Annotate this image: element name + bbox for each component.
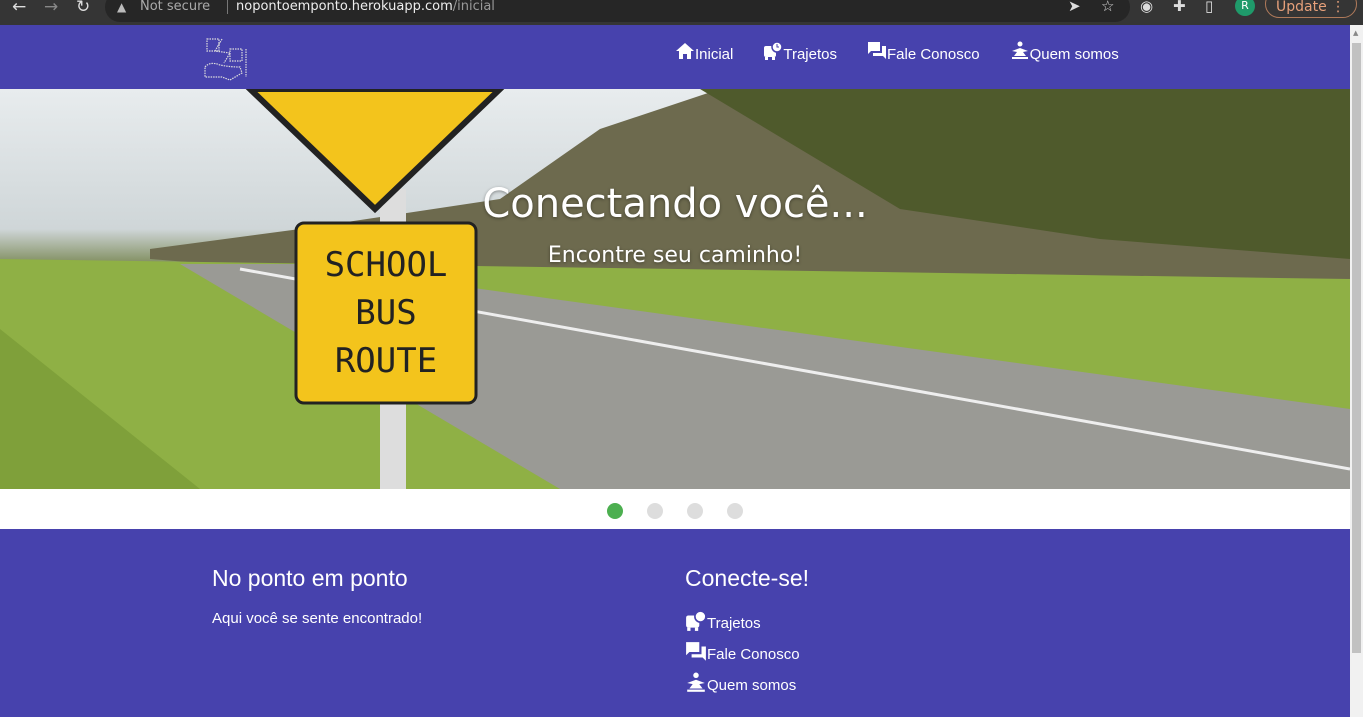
connect-section: Conecte-se! Trajetos Fale Conosco Quem s… [685, 565, 809, 703]
nav-label: Trajetos [783, 46, 837, 63]
footer-link-trajetos[interactable]: Trajetos [685, 610, 809, 632]
about-section: No ponto em ponto Aqui você se sente enc… [212, 565, 422, 627]
connect-title: Conecte-se! [685, 565, 810, 591]
nav-trajetos[interactable]: Trajetos [763, 41, 837, 63]
bus-clock-icon [686, 610, 707, 631]
carousel-dot-4[interactable] [727, 503, 743, 519]
puzzle-icon[interactable]: ✚ [1173, 0, 1186, 15]
star-icon[interactable]: ☆ [1101, 0, 1114, 15]
nav-inicial[interactable]: Inicial [675, 41, 733, 63]
carousel-dot-1[interactable] [607, 503, 623, 519]
person-icon [687, 672, 705, 692]
back-icon[interactable]: ← [12, 0, 26, 17]
nav-quem-somos[interactable]: Quem somos [1010, 41, 1119, 63]
navbar: Inicial Trajetos Fale Conosco Quem somos [0, 25, 1350, 89]
extension-icon[interactable]: ◉ [1140, 0, 1153, 15]
site-logo[interactable] [200, 37, 250, 82]
forward-icon[interactable]: → [44, 0, 58, 17]
update-label: Update [1276, 0, 1327, 15]
bus-clock-icon [764, 41, 784, 60]
footer-link-label: Fale Conosco [707, 646, 800, 663]
profile-avatar[interactable]: R [1235, 0, 1255, 16]
sidepanel-icon[interactable]: ▯ [1205, 0, 1213, 15]
carousel-dot-3[interactable] [687, 503, 703, 519]
scrollbar[interactable]: ▲ [1350, 25, 1363, 717]
url-host: nopontoemponto.herokuapp.com [236, 0, 453, 14]
carousel-indicators [0, 503, 1350, 519]
page: Inicial Trajetos Fale Conosco Quem somos… [0, 25, 1350, 717]
url-text: nopontoemponto.herokuapp.com/inicial [227, 0, 495, 14]
hero-image [0, 89, 1350, 489]
home-icon [676, 43, 694, 59]
nav-label: Fale Conosco [887, 46, 980, 63]
footer: No ponto em ponto Aqui você se sente enc… [0, 529, 1350, 717]
reload-icon[interactable]: ↻ [76, 0, 90, 17]
address-bar[interactable]: ▲ Not secure nopontoemponto.herokuapp.co… [105, 0, 1130, 22]
browser-toolbar: ← → ↻ ▲ Not secure nopontoemponto.heroku… [0, 0, 1363, 25]
nav-label: Inicial [695, 46, 734, 63]
hero-subtitle: Encontre seu caminho! [547, 243, 803, 268]
person-icon [1011, 41, 1028, 59]
url-path: /inicial [452, 0, 495, 14]
chat-icon [686, 642, 706, 661]
warning-icon: ▲ [117, 0, 127, 14]
update-button[interactable]: Update ⋮ [1265, 0, 1357, 18]
sign-line: BUS [355, 293, 417, 333]
hero-carousel[interactable]: SCHOOL BUS ROUTE Conectando você... Enco… [0, 89, 1350, 489]
footer-link-label: Quem somos [707, 677, 797, 694]
sign-line: ROUTE [334, 341, 438, 381]
footer-link-label: Trajetos [707, 615, 761, 632]
security-label: Not secure [140, 0, 211, 14]
carousel-dot-2[interactable] [647, 503, 663, 519]
footer-link-fale-conosco[interactable]: Fale Conosco [685, 641, 809, 663]
scrollbar-thumb[interactable] [1352, 43, 1361, 653]
chat-icon [868, 42, 886, 59]
nav-label: Quem somos [1029, 46, 1119, 63]
scroll-up-icon[interactable]: ▲ [1353, 29, 1358, 37]
nav-fale-conosco[interactable]: Fale Conosco [867, 41, 980, 63]
about-title: No ponto em ponto [212, 565, 408, 591]
about-text: Aqui você se sente encontrado! [212, 610, 423, 627]
hero-title: Conectando você... [482, 181, 868, 227]
footer-link-quem-somos[interactable]: Quem somos [685, 672, 809, 694]
send-icon[interactable]: ➤ [1068, 0, 1081, 15]
main-menu: Inicial Trajetos Fale Conosco Quem somos [675, 41, 1119, 63]
